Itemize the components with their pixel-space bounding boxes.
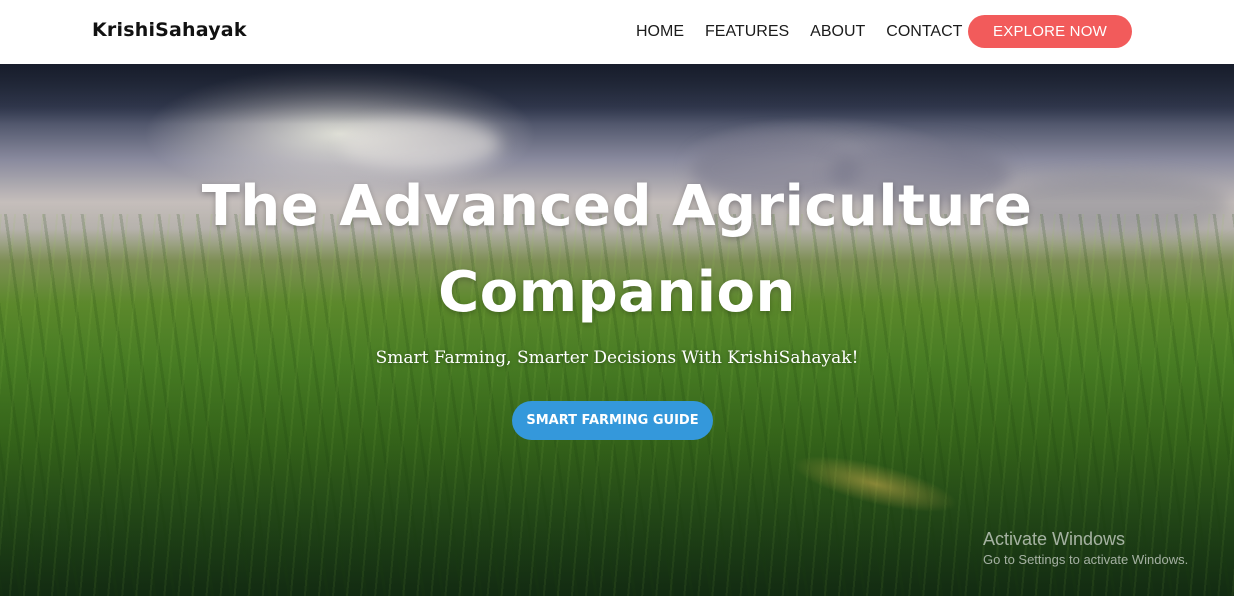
hero-title-line: Companion bbox=[438, 260, 796, 325]
watermark-title: Activate Windows bbox=[983, 529, 1126, 549]
hero-section: The Advanced Agriculture Companion Smart… bbox=[0, 64, 1234, 596]
watermark-subtitle: Go to Settings to activate Windows. bbox=[983, 552, 1189, 567]
activate-windows-watermark: Activate Windows Go to Settings to activ… bbox=[983, 528, 1188, 570]
explore-now-button[interactable]: EXPLORE NOW bbox=[968, 15, 1132, 48]
brand-logo[interactable]: KrishiSahayak bbox=[92, 19, 247, 41]
hero-title: The Advanced Agriculture Companion bbox=[0, 164, 1234, 336]
nav-link-about[interactable]: ABOUT bbox=[810, 22, 865, 42]
main-nav: HOME FEATURES ABOUT CONTACT bbox=[636, 22, 983, 42]
hero-title-line: The Advanced Agriculture bbox=[201, 174, 1033, 239]
smart-farming-guide-button[interactable]: SMART FARMING GUIDE bbox=[512, 401, 713, 440]
hero-subtitle: Smart Farming, Smarter Decisions With Kr… bbox=[375, 348, 859, 368]
nav-link-home[interactable]: HOME bbox=[636, 22, 684, 42]
top-navbar: KrishiSahayak HOME FEATURES ABOUT CONTAC… bbox=[0, 0, 1234, 64]
nav-link-contact[interactable]: CONTACT bbox=[886, 22, 962, 42]
nav-link-features[interactable]: FEATURES bbox=[705, 22, 789, 42]
